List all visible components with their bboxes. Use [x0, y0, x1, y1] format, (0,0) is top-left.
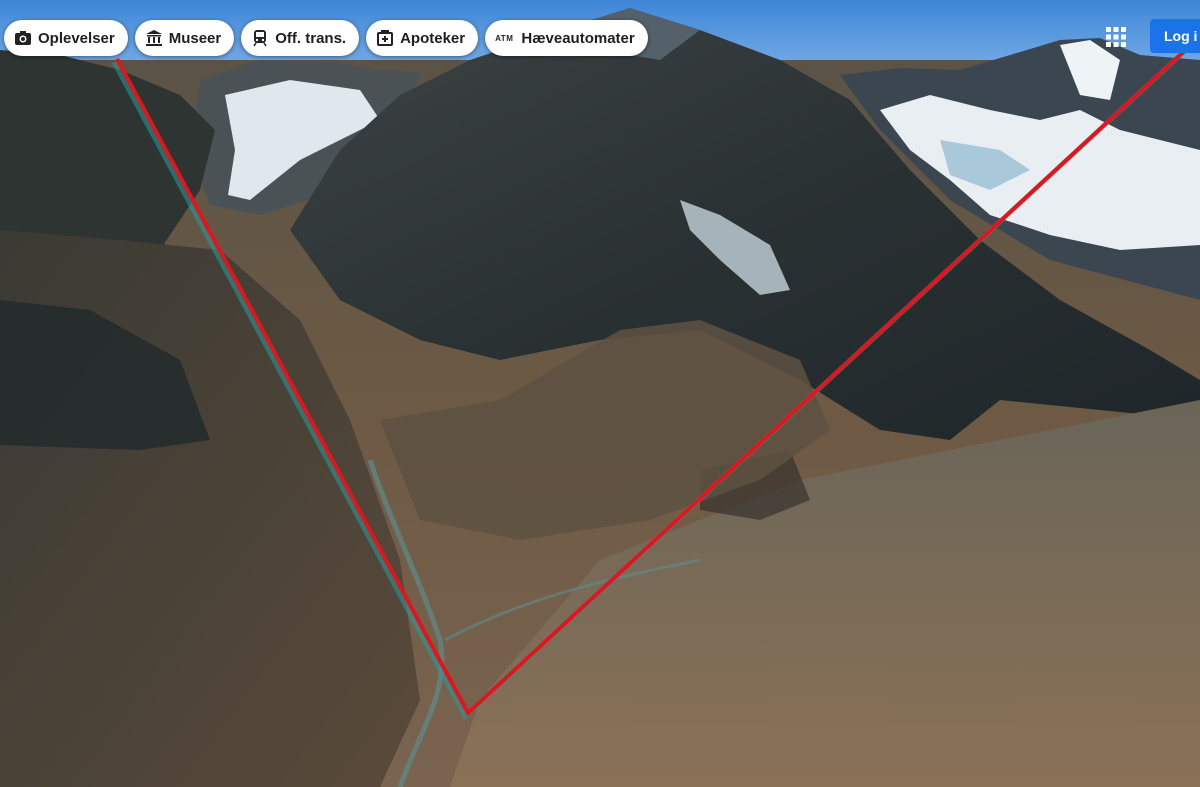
pharmacy-icon: [376, 29, 394, 47]
chip-label: Oplevelser: [38, 29, 115, 47]
chip-apoteker[interactable]: Apoteker: [366, 20, 479, 56]
chip-label: Apoteker: [400, 29, 466, 47]
chip-haeveautomater[interactable]: ATM Hæveautomater: [485, 20, 648, 56]
chip-label: Off. trans.: [275, 29, 347, 47]
login-button[interactable]: Log i: [1150, 19, 1200, 53]
museum-icon: [145, 29, 163, 47]
apps-grid-icon[interactable]: [1103, 24, 1129, 50]
chip-museer[interactable]: Museer: [134, 20, 235, 56]
chip-off-trans[interactable]: Off. trans.: [241, 20, 360, 56]
chip-label: Hæveautomater: [521, 29, 635, 47]
camera-icon: [14, 29, 32, 47]
map-3d-view[interactable]: Oplevelser Museer Off. trans. Apoteker A…: [0, 0, 1200, 787]
category-chips: Oplevelser Museer Off. trans. Apoteker A…: [4, 20, 648, 56]
terrain-scene[interactable]: [0, 0, 1200, 787]
train-icon: [251, 29, 269, 47]
chip-label: Museer: [168, 29, 222, 47]
atm-icon: ATM: [495, 33, 514, 43]
chip-oplevelser[interactable]: Oplevelser: [4, 20, 128, 56]
